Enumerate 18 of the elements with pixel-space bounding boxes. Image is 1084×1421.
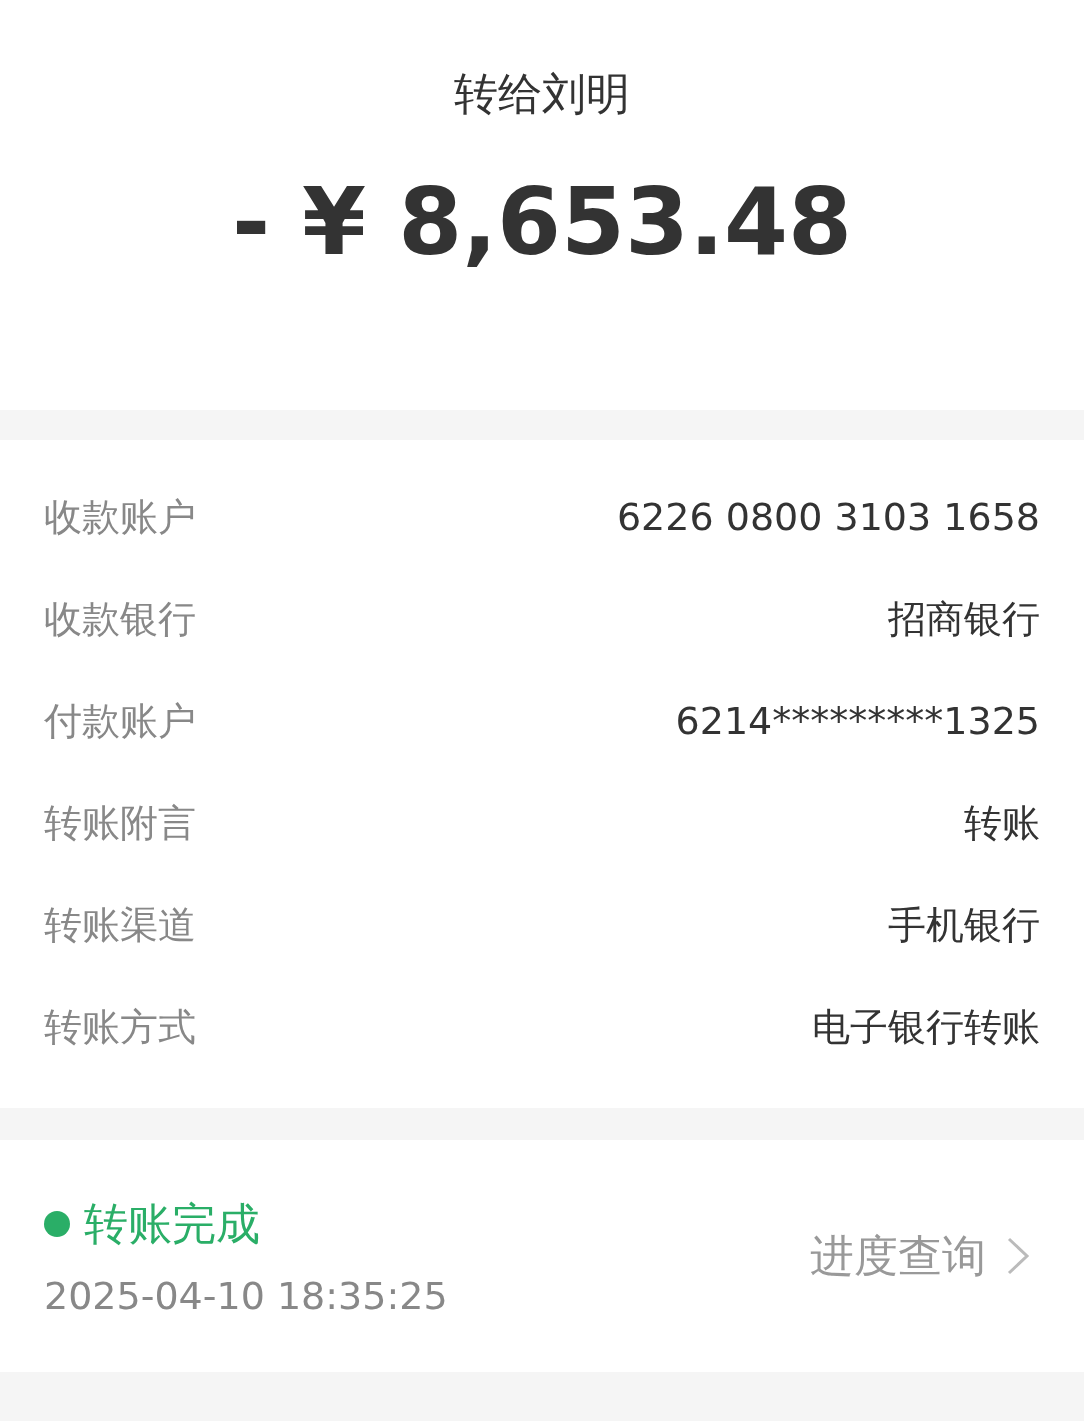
status-text: 转账完成 xyxy=(84,1197,260,1251)
detail-value: 电子银行转账 xyxy=(812,1003,1040,1051)
detail-value: 6214*********1325 xyxy=(675,697,1040,745)
detail-value: 手机银行 xyxy=(888,901,1040,949)
page-title: 转给刘明 xyxy=(454,67,630,121)
detail-value: 转账 xyxy=(964,799,1040,847)
status-time: 2025-04-10 18:35:25 xyxy=(44,1273,448,1320)
detail-label: 转账渠道 xyxy=(44,901,196,949)
detail-label: 付款账户 xyxy=(44,697,196,745)
detail-label: 收款账户 xyxy=(44,493,196,541)
chevron-right-icon xyxy=(1006,1236,1030,1276)
detail-value: 6226 0800 3103 1658 xyxy=(616,493,1040,541)
detail-label: 转账方式 xyxy=(44,1003,196,1051)
progress-query-link[interactable]: 进度查询 xyxy=(810,1223,1040,1289)
detail-label: 收款银行 xyxy=(44,595,196,643)
amount: - ¥ 8,653.48 xyxy=(231,168,853,278)
detail-label: 转账附言 xyxy=(44,799,196,847)
detail-value: 招商银行 xyxy=(888,595,1040,643)
